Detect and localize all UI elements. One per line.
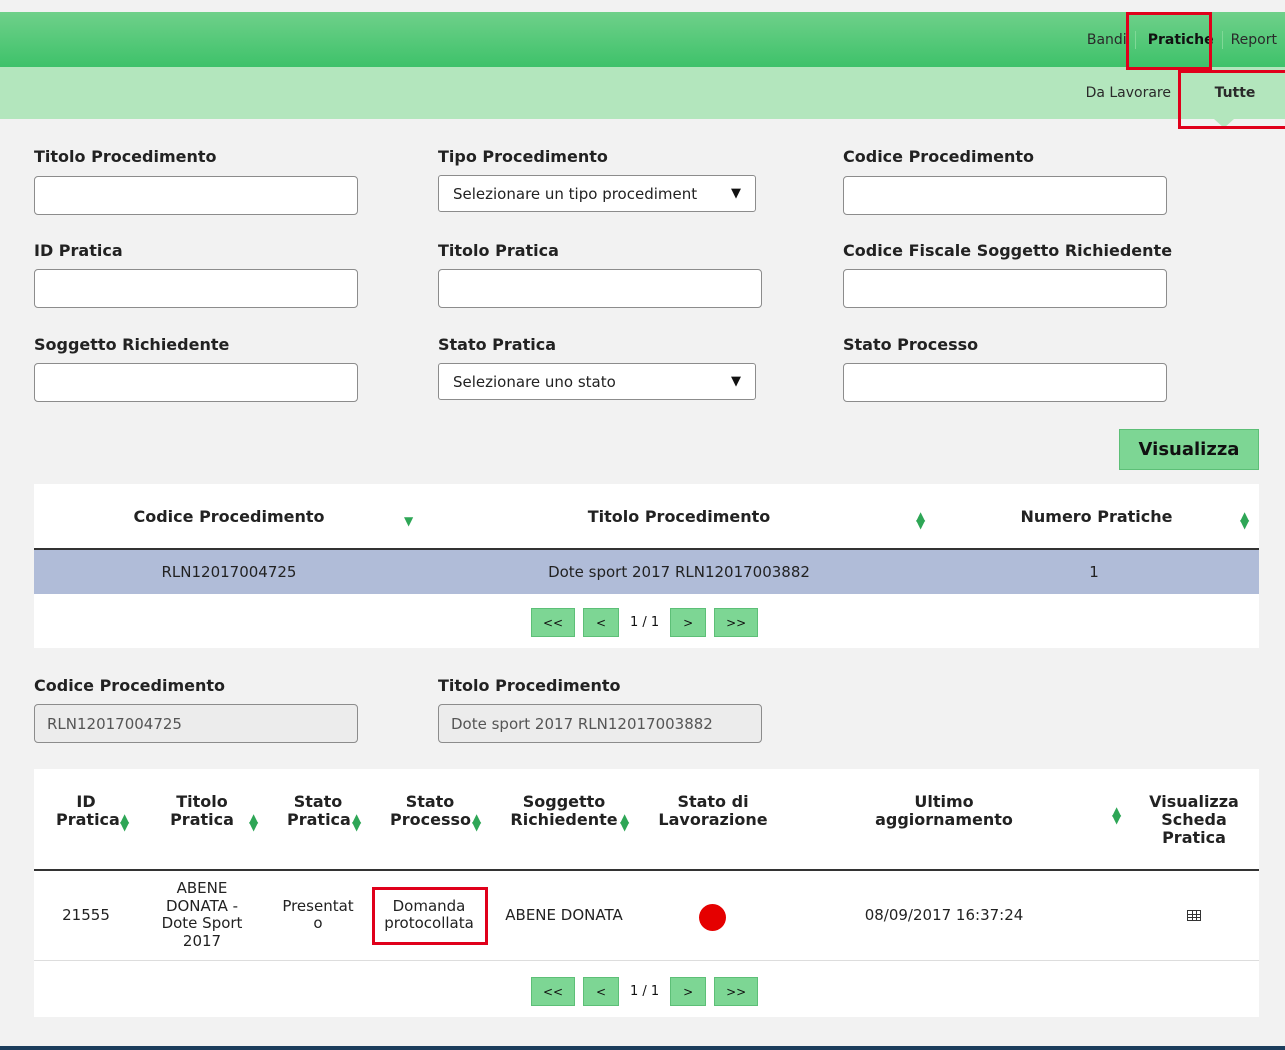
dropdown-arrow-icon: ▼ [731,374,741,389]
col-header-stato-processo[interactable]: Stato Processo [390,793,471,829]
col-header-numero-pratiche[interactable]: Numero Pratiche [1004,508,1189,526]
titolo-pratica-input[interactable] [438,269,762,308]
col-header-codice-procedimento[interactable]: Codice Procedimento [94,508,364,526]
stato-pratica-value: Selezionare uno stato [453,372,616,391]
page-last-button[interactable]: >> [714,977,759,1006]
stato-processo-input[interactable] [843,363,1167,402]
sort-icon[interactable]: ▲ ▼ [620,812,629,832]
cell-ultimo-aggiornamento: 08/09/2017 16:37:24 [864,906,1024,924]
col-header-visualizza-scheda: Visualizza Scheda Pratica [1149,792,1239,847]
detail-codice-field: RLN12017004725 [34,704,358,743]
cell-titolo-pratica: ABENE DONATA - Dote Sport 2017 [161,879,243,950]
cell-titolo: Dote sport 2017 RLN12017003882 [548,563,810,581]
detail-titolo-field: Dote sport 2017 RLN12017003882 [438,704,762,743]
page-first-button[interactable]: << [531,608,575,637]
sort-icon[interactable]: ▲ ▼ [472,812,481,832]
codice-procedimento-input[interactable] [843,176,1167,215]
col-header-titolo-procedimento[interactable]: Titolo Procedimento [539,508,819,526]
page-info: 1 / 1 [630,615,660,630]
subnav-da-lavorare[interactable]: Da Lavorare [1072,85,1185,101]
pagination: << < 1 / 1 > >> [531,977,759,1006]
cell-soggetto: ABENE DONATA [505,906,623,924]
col-header-soggetto-richiedente[interactable]: Soggetto Richiedente [509,793,619,829]
col-header-titolo-pratica[interactable]: Titolo Pratica [167,793,237,829]
cell-numero: 1 [1089,563,1099,581]
label-stato-processo: Stato Processo [843,335,979,354]
sort-icon[interactable]: ▲ ▼ [352,812,361,832]
sort-desc-icon[interactable]: ▼ [404,515,413,527]
pratiche-table: ID Pratica ▲ ▼ Titolo Pratica ▲ ▼ Stato Pr… [34,769,1259,1017]
page-next-button[interactable]: > [670,977,707,1006]
page-last-button[interactable]: >> [714,608,759,637]
tipo-procedimento-value: Selezionare un tipo procediment [453,184,698,203]
sort-icon[interactable]: ▲ ▼ [1112,805,1121,825]
cell-codice: RLN12017004725 [161,563,297,581]
cell-id-pratica: 21555 [62,906,110,924]
sort-icon[interactable]: ▲ ▼ [916,510,925,530]
label-codice-procedimento: Codice Procedimento [843,147,1035,166]
nav-report[interactable]: Report [1221,30,1285,49]
label-stato-pratica: Stato Pratica [438,335,557,354]
dropdown-arrow-icon: ▼ [731,186,741,201]
soggetto-richiedente-input[interactable] [34,363,358,402]
visualizza-button[interactable]: Visualizza [1119,429,1259,470]
label-detail-titolo: Titolo Procedimento [438,676,621,695]
page-prev-button[interactable]: < [583,977,619,1006]
label-codice-fiscale: Codice Fiscale Soggetto Richiedente [843,241,1173,260]
col-header-id-pratica[interactable]: ID Pratica [56,793,120,829]
label-soggetto-richiedente: Soggetto Richiedente [34,335,230,354]
stato-pratica-select[interactable]: Selezionare uno stato ▼ [438,363,756,400]
tipo-procedimento-select[interactable]: Selezionare un tipo procediment ▼ [438,175,756,212]
titolo-procedimento-input[interactable] [34,176,358,215]
highlight-pratiche [1126,12,1212,70]
table-icon[interactable] [1187,910,1201,921]
label-titolo-procedimento: Titolo Procedimento [34,147,217,166]
table-row-selected[interactable]: RLN12017004725 Dote sport 2017 RLN120170… [34,550,1259,594]
sort-icon[interactable]: ▲ ▼ [249,812,258,832]
col-header-stato-lavorazione[interactable]: Stato di Lavorazione [654,793,772,829]
page-first-button[interactable]: << [531,977,575,1006]
col-header-stato-pratica[interactable]: Stato Pratica [287,793,351,829]
id-pratica-input[interactable] [34,269,358,308]
page-info: 1 / 1 [630,984,660,999]
label-tipo-procedimento: Tipo Procedimento [438,147,608,166]
label-titolo-pratica: Titolo Pratica [438,241,559,260]
label-detail-codice: Codice Procedimento [34,676,226,695]
pagination: << < 1 / 1 > >> [531,608,759,637]
label-id-pratica: ID Pratica [34,241,123,260]
table-row[interactable]: 21555 ABENE DONATA - Dote Sport 2017 Pre… [34,871,1259,961]
codice-fiscale-input[interactable] [843,269,1167,308]
sort-icon[interactable]: ▲ ▼ [1240,510,1249,530]
highlight-tutte [1178,70,1285,129]
cell-stato-pratica: Presentat o [282,897,354,932]
page-prev-button[interactable]: < [583,608,619,637]
page-next-button[interactable]: > [670,608,707,637]
status-red-dot-icon [699,904,726,931]
col-header-ultimo-aggiornamento[interactable]: Ultimo aggiornamento [844,793,1044,829]
highlight-stato-processo [372,887,488,945]
sort-icon[interactable]: ▲ ▼ [120,812,129,832]
footer-bar [0,1046,1285,1050]
procedimenti-table: Codice Procedimento ▼ Titolo Procediment… [34,484,1259,648]
